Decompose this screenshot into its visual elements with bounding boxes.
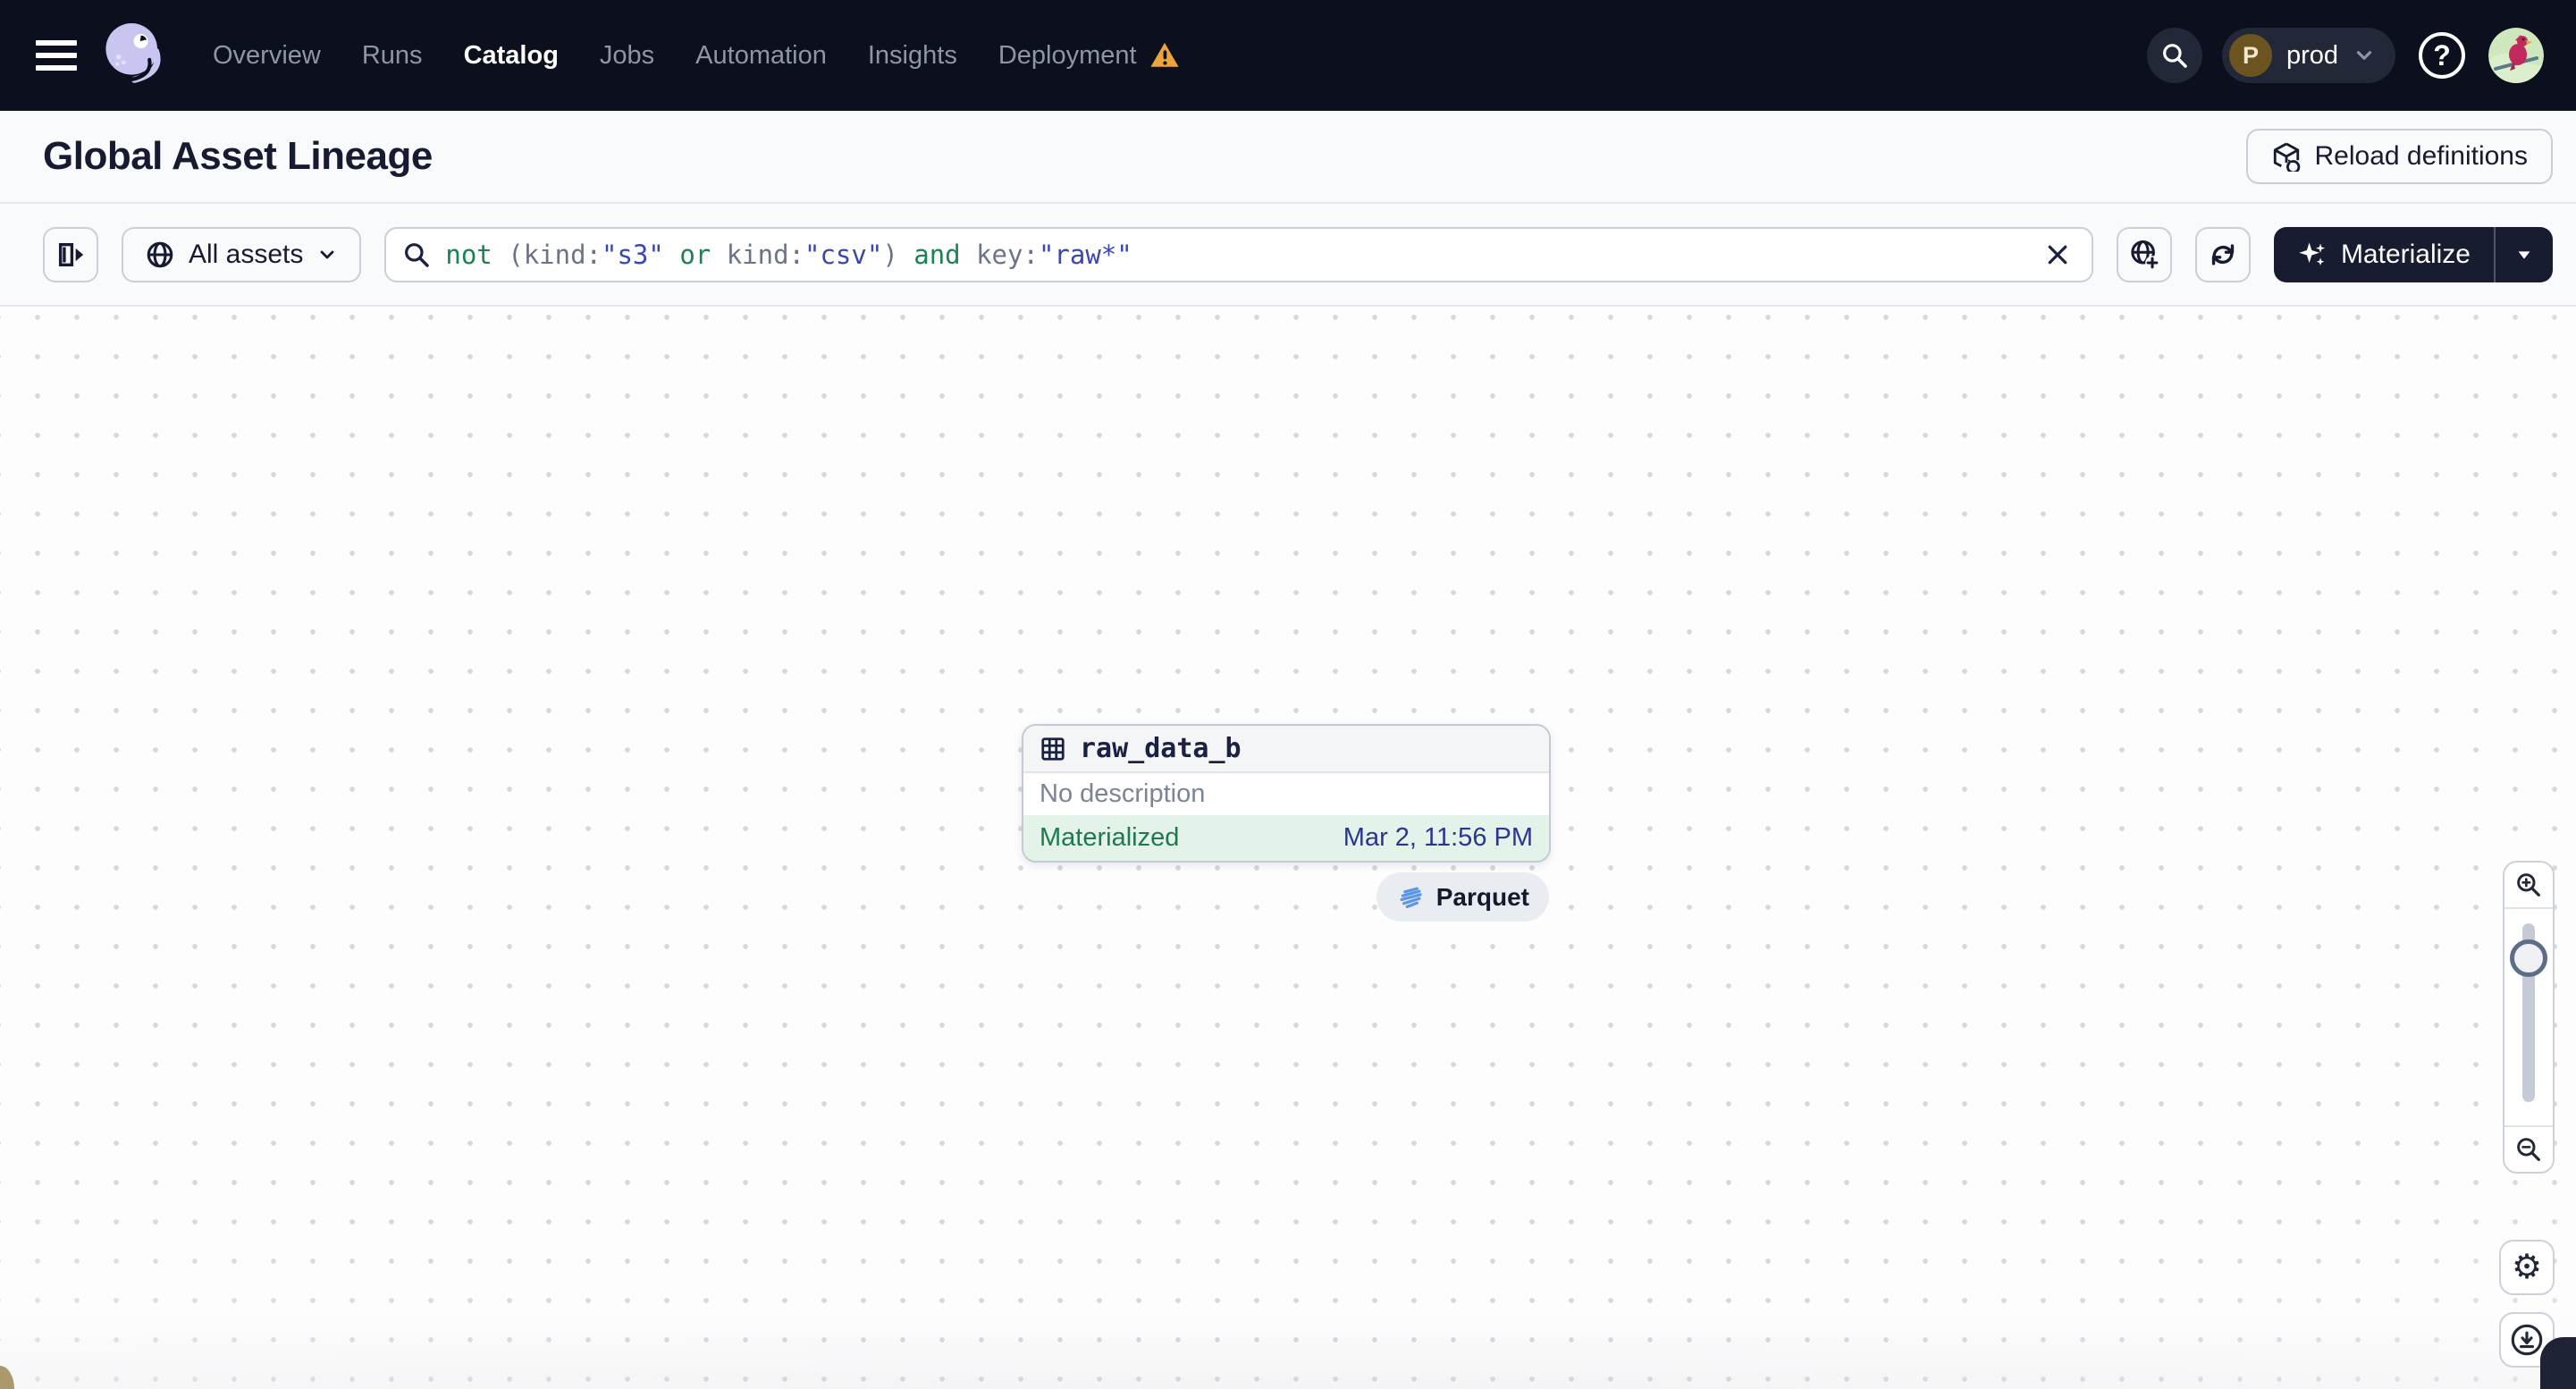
parquet-icon — [1400, 887, 1422, 908]
sparkles-icon — [2299, 241, 2326, 265]
nav-item-automation[interactable]: Automation — [695, 41, 827, 71]
chevron-down-icon — [320, 250, 334, 258]
navbar-right: P prod ? — [2146, 28, 2544, 83]
asset-node-raw-data-b[interactable]: raw_data_b No description Materialized M… — [1022, 724, 1551, 863]
asset-description: No description — [1023, 773, 1549, 815]
panel-expand-icon — [58, 242, 84, 266]
deployment-switcher[interactable]: P prod — [2221, 28, 2395, 83]
refresh-icon — [2211, 243, 2235, 265]
asset-scope-dropdown[interactable]: All assets — [122, 226, 362, 282]
nav-item-jobs[interactable]: Jobs — [600, 41, 654, 71]
global-search-button[interactable] — [2146, 28, 2202, 83]
bottom-right-corner-overlay — [2540, 1337, 2576, 1389]
nav-item-runs[interactable]: Runs — [362, 41, 423, 71]
kind-tag-parquet[interactable]: Parquet — [1376, 872, 1549, 922]
reload-cube-icon — [2273, 142, 2300, 172]
chevron-down-icon — [2356, 51, 2372, 60]
kind-tag-label: Parquet — [1435, 882, 1529, 911]
asset-filter-input[interactable]: not (kind:"s3" or kind:"csv") and key:"r… — [384, 226, 2093, 282]
asset-status-row: Materialized Mar 2, 11:56 PM — [1023, 815, 1549, 861]
filter-query-text[interactable]: not (kind:"s3" or kind:"csv") and key:"r… — [445, 240, 2024, 270]
lineage-canvas[interactable]: raw_data_b No description Materialized M… — [0, 307, 2576, 1389]
zoom-out-button[interactable] — [2504, 1125, 2553, 1172]
page-header: Global Asset Lineage Reload definitions — [0, 111, 2576, 204]
globe-icon — [147, 241, 173, 267]
download-icon — [2511, 1324, 2543, 1356]
zoom-controls — [2503, 861, 2555, 1174]
dagster-app: Overview Runs Catalog Jobs Automation In… — [0, 0, 2576, 1389]
search-icon — [2163, 44, 2187, 68]
asset-name: raw_data_b — [1080, 733, 1242, 764]
zoom-in-button[interactable] — [2504, 863, 2553, 909]
table-icon — [1041, 737, 1065, 761]
top-navbar: Overview Runs Catalog Jobs Automation In… — [0, 0, 2576, 111]
materialize-split-button: Materialize — [2273, 226, 2553, 282]
materialize-button[interactable]: Materialize — [2274, 227, 2494, 282]
open-sidebar-button[interactable] — [43, 226, 98, 282]
graph-settings-button[interactable]: ⚙ — [2499, 1240, 2555, 1295]
nav-item-insights[interactable]: Insights — [868, 41, 957, 71]
warning-triangle-icon — [1149, 42, 1179, 67]
nav-item-deployment[interactable]: Deployment — [998, 41, 1180, 71]
help-button[interactable]: ? — [2415, 29, 2469, 82]
user-avatar[interactable] — [2488, 28, 2544, 83]
nav-item-catalog[interactable]: Catalog — [464, 41, 559, 71]
materialization-timestamp: Mar 2, 11:56 PM — [1343, 823, 1533, 852]
clear-filter-button[interactable] — [2038, 235, 2077, 274]
asset-node-header: raw_data_b — [1023, 726, 1549, 773]
reload-definitions-button[interactable]: Reload definitions — [2245, 129, 2553, 184]
lineage-toolbar: All assets not (kind:"s3" or kind:"csv")… — [0, 204, 2576, 307]
dagster-logo-icon[interactable] — [100, 20, 172, 91]
materialize-options-button[interactable] — [2496, 227, 2553, 282]
globe-plus-icon — [2131, 240, 2159, 270]
zoom-out-icon — [2517, 1138, 2540, 1161]
status-badge: Materialized — [1040, 823, 1180, 852]
deployment-initial-badge: P — [2228, 34, 2272, 77]
page-title: Global Asset Lineage — [43, 134, 433, 178]
deployment-name: prod — [2286, 40, 2338, 70]
search-icon — [405, 242, 430, 267]
question-circle-icon: ? — [2419, 32, 2465, 79]
zoom-slider-handle[interactable] — [2510, 939, 2547, 977]
zoom-in-icon — [2517, 873, 2540, 897]
refresh-button[interactable] — [2194, 226, 2251, 282]
bottom-left-corner-decoration — [0, 1366, 14, 1389]
primary-nav: Overview Runs Catalog Jobs Automation In… — [213, 41, 1180, 71]
nav-item-overview[interactable]: Overview — [213, 41, 321, 71]
svg-text:?: ? — [2433, 39, 2451, 72]
zoom-slider[interactable] — [2504, 909, 2553, 1125]
gear-icon: ⚙ — [2511, 1249, 2543, 1286]
caret-down-icon — [2518, 250, 2530, 259]
close-icon — [2048, 245, 2067, 264]
hamburger-menu-icon[interactable] — [36, 36, 77, 75]
add-to-catalog-view-button[interactable] — [2116, 226, 2172, 282]
